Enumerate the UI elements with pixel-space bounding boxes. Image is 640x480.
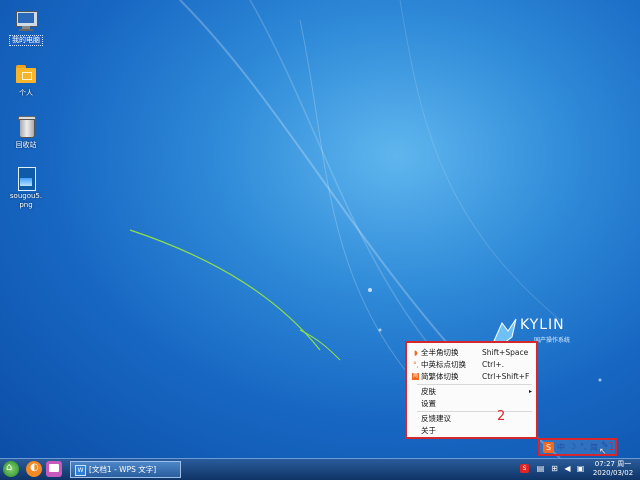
file-manager-launcher[interactable] bbox=[46, 461, 62, 477]
sogou-logo-icon[interactable]: S bbox=[543, 442, 554, 453]
taskbar-window-wps[interactable]: W [文档1 - WPS 文字] bbox=[70, 461, 181, 478]
taskbar-window-title: [文档1 - WPS 文字] bbox=[89, 465, 157, 474]
computer-icon bbox=[14, 9, 38, 33]
printer-icon[interactable]: ▤ bbox=[535, 463, 546, 475]
ime-context-menu: ◗ 全半角切换 Shift+Space °, 中英标点切换 Ctrl+. 简 简… bbox=[405, 341, 538, 439]
network-icon[interactable]: ⊞ bbox=[549, 463, 560, 475]
kylin-logo-text: KYLIN bbox=[520, 317, 565, 333]
mouse-cursor-icon: ↖ bbox=[599, 447, 607, 457]
notification-icon[interactable]: ▣ bbox=[575, 463, 586, 475]
halfwidth-moon-icon: ◗ bbox=[414, 349, 418, 357]
home-folder-icon bbox=[14, 62, 38, 86]
desktop-icon-label: 我的电脑 bbox=[9, 35, 43, 46]
menu-item-settings[interactable]: 设置 bbox=[407, 398, 536, 410]
desktop-icon-trash[interactable]: 回收站 bbox=[6, 114, 46, 150]
desktop[interactable]: KYLIN 国产操作系统 我的电脑 个人 回收站 sougou5.png ◗ 全… bbox=[0, 0, 640, 458]
menu-separator bbox=[417, 384, 532, 385]
menu-separator bbox=[417, 411, 532, 412]
menu-item-fullwidth-toggle[interactable]: ◗ 全半角切换 Shift+Space bbox=[407, 347, 536, 359]
menu-item-simplified-traditional[interactable]: 简 简繁体切换 Ctrl+Shift+F bbox=[407, 371, 536, 383]
image-file-icon bbox=[14, 166, 38, 191]
browser-launcher[interactable]: ◐ bbox=[26, 461, 42, 477]
ime-punctuation-icon[interactable]: °, bbox=[580, 442, 587, 451]
ime-simplified-icon[interactable]: 简 bbox=[590, 442, 598, 453]
clock-date: 2020/03/02 bbox=[592, 469, 634, 477]
wps-writer-icon: W bbox=[75, 465, 86, 476]
desktop-icon-image-file[interactable]: sougou5.png bbox=[6, 166, 46, 210]
desktop-icon-label: 回收站 bbox=[15, 141, 37, 149]
menu-item-punctuation-toggle[interactable]: °, 中英标点切换 Ctrl+. bbox=[407, 359, 536, 371]
simplified-traditional-icon: 简 bbox=[412, 373, 419, 380]
start-menu-button[interactable]: ⌂ bbox=[3, 461, 19, 477]
desktop-icon-my-computer[interactable]: 我的电脑 bbox=[6, 9, 46, 46]
desktop-icon-home[interactable]: 个人 bbox=[6, 62, 46, 98]
taskbar: ⌂ ◐ W [文档1 - WPS 文字] S ▤ ⊞ ◀ ▣ 07:27 周一 … bbox=[0, 458, 640, 480]
ime-chinese-mode[interactable]: 中 bbox=[557, 442, 565, 453]
annotation-number-1: 1 bbox=[608, 440, 615, 453]
clock[interactable]: 07:27 周一 2020/03/02 bbox=[588, 460, 638, 478]
submenu-arrow-icon: ▸ bbox=[528, 388, 532, 395]
desktop-icon-label: sougou5.png bbox=[9, 192, 43, 209]
menu-item-about[interactable]: 关于 bbox=[407, 425, 536, 437]
clock-time: 07:27 周一 bbox=[594, 460, 632, 468]
volume-icon[interactable]: ◀ bbox=[562, 463, 573, 475]
wallpaper-art bbox=[129, 0, 602, 458]
trash-icon bbox=[14, 114, 38, 138]
sogou-tray-icon[interactable]: S bbox=[520, 464, 529, 473]
desktop-icon-label: 个人 bbox=[19, 89, 33, 97]
punctuation-icon: °, bbox=[413, 361, 419, 369]
menu-item-feedback[interactable]: 反馈建议 bbox=[407, 413, 536, 425]
browser-icon: ◐ bbox=[30, 462, 39, 473]
annotation-number-2: 2 bbox=[497, 409, 506, 424]
kylin-logo-subtext: 国产操作系统 bbox=[534, 337, 571, 344]
file-manager-icon bbox=[49, 464, 59, 472]
menu-item-skin[interactable]: 皮肤 ▸ bbox=[407, 386, 536, 398]
start-icon: ⌂ bbox=[6, 462, 13, 473]
ime-fullwidth-icon[interactable]: ☽ bbox=[569, 442, 576, 451]
